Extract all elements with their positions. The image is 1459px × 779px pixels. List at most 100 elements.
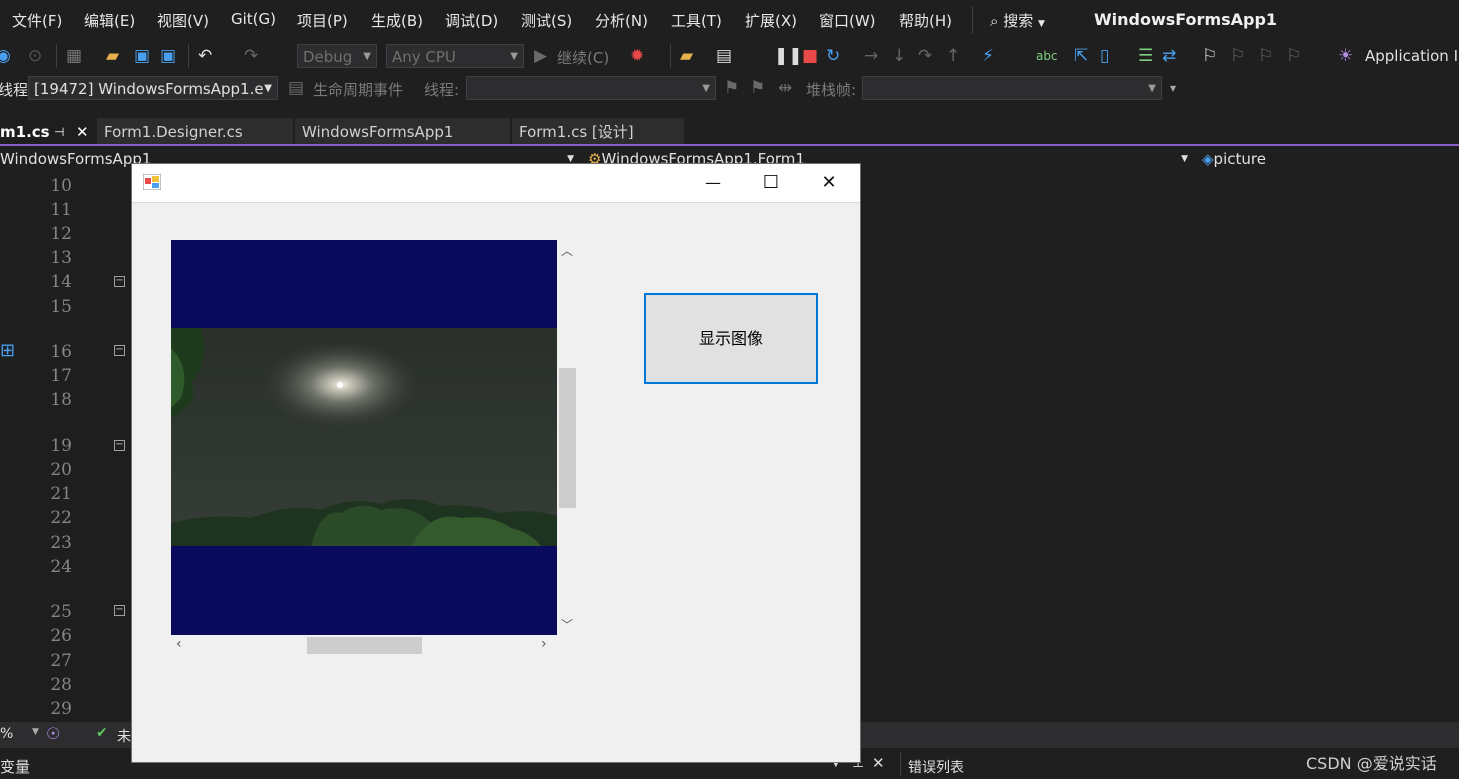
- scroll-left-icon[interactable]: ‹: [176, 636, 182, 652]
- search-box[interactable]: ⌕ 搜索 ▼: [990, 10, 1045, 31]
- minimize-icon[interactable]: —: [684, 164, 742, 202]
- open-file-icon[interactable]: ▰: [106, 46, 119, 66]
- collapse-icon[interactable]: −: [114, 276, 125, 287]
- vertical-scroll-thumb[interactable]: [559, 368, 576, 508]
- continue-button[interactable]: 继续(C): [557, 47, 609, 68]
- hide-frames-icon[interactable]: ⇹: [778, 78, 792, 98]
- platform-dropdown[interactable]: Any CPU ▼: [386, 44, 524, 68]
- clear-bookmark-icon[interactable]: ⚐: [1286, 46, 1301, 66]
- stop-icon[interactable]: ■: [802, 46, 818, 66]
- horizontal-scrollbar[interactable]: ‹ ›: [171, 635, 557, 655]
- app-insights-button[interactable]: Application In: [1365, 47, 1459, 65]
- field-icon: ◈: [1202, 150, 1214, 168]
- restart-icon[interactable]: ↻: [826, 46, 840, 66]
- configuration-dropdown[interactable]: Debug ▼: [297, 44, 377, 68]
- tab-form1-designer-cs[interactable]: Form1.Designer.cs: [97, 118, 293, 146]
- menu-extensions[interactable]: 扩展(X): [745, 10, 797, 31]
- issues-status[interactable]: 未: [117, 726, 131, 746]
- menu-help[interactable]: 帮助(H): [899, 10, 952, 31]
- menu-analyze[interactable]: 分析(N): [595, 10, 648, 31]
- line-number: 15: [50, 297, 72, 317]
- bookmark-icon[interactable]: ⚐: [1202, 46, 1217, 66]
- pin-icon[interactable]: ⊣: [54, 118, 64, 146]
- menu-tools[interactable]: 工具(T): [671, 10, 722, 31]
- lightbulb-icon[interactable]: ☀: [1338, 46, 1353, 66]
- close-icon[interactable]: ✕: [872, 754, 885, 772]
- thread-dropdown[interactable]: ▼: [466, 76, 716, 100]
- menu-view[interactable]: 视图(V): [157, 10, 209, 31]
- forward-icon[interactable]: ⊙: [28, 46, 42, 66]
- intellicode-icon[interactable]: ☉: [46, 724, 60, 743]
- diagnostics-icon[interactable]: ⚡: [982, 46, 994, 66]
- vertical-scrollbar[interactable]: ︿ ﹀: [557, 240, 577, 635]
- toolbar-separator: [56, 44, 57, 68]
- codelens-icon[interactable]: ⊞: [0, 340, 15, 361]
- form-title-bar[interactable]: — ☐ ✕: [132, 164, 860, 203]
- pause-icon[interactable]: ❚❚: [774, 46, 803, 66]
- new-item-icon[interactable]: ▦: [66, 46, 82, 66]
- member-dropdown[interactable]: ◈picture: [1202, 148, 1459, 170]
- form-app-icon: [143, 174, 161, 190]
- menu-file[interactable]: 文件(F): [12, 10, 62, 31]
- scroll-down-icon[interactable]: ﹀: [561, 616, 573, 633]
- menu-build[interactable]: 生成(B): [371, 10, 423, 31]
- lifecycle-icon[interactable]: ▤: [288, 78, 304, 98]
- menu-project[interactable]: 项目(P): [297, 10, 348, 31]
- folder-icon[interactable]: ▰: [680, 46, 693, 66]
- line-number: 20: [50, 460, 72, 480]
- flag-icon[interactable]: ⚑: [724, 78, 739, 98]
- chevron-down-icon: ▼: [32, 727, 39, 737]
- document-tabs: m1.cs ⊣ ✕ Form1.Designer.cs WindowsForms…: [0, 104, 1459, 146]
- picture-box-panel[interactable]: [171, 240, 557, 635]
- tab-form1-design[interactable]: Form1.cs [设计]: [512, 118, 684, 146]
- collapse-icon[interactable]: −: [114, 440, 125, 451]
- tab-windowsformsapp1[interactable]: WindowsFormsApp1: [295, 118, 510, 146]
- redo-icon[interactable]: ↷: [244, 46, 258, 66]
- step-into-icon[interactable]: ↓: [892, 46, 906, 66]
- tab-form1-cs[interactable]: m1.cs ⊣ ✕: [0, 118, 96, 146]
- stackframe-dropdown[interactable]: ▼: [862, 76, 1162, 100]
- menu-debug[interactable]: 调试(D): [445, 10, 498, 31]
- comment-icon[interactable]: ☰: [1138, 46, 1153, 66]
- back-icon[interactable]: ◉: [0, 46, 11, 66]
- process-dropdown[interactable]: [19472] WindowsFormsApp1.e ▼: [28, 76, 278, 100]
- close-icon[interactable]: ✕: [76, 118, 89, 146]
- menu-edit[interactable]: 编辑(E): [84, 10, 135, 31]
- play-icon[interactable]: ▶: [534, 46, 547, 66]
- horizontal-scroll-thumb[interactable]: [307, 637, 422, 654]
- document-icon[interactable]: ▯: [1100, 46, 1109, 66]
- step-out-icon[interactable]: ↑: [946, 46, 960, 66]
- standard-toolbar: ◉ ⊙ ▦ ▰ ▣ ▣ ↶ ↷ Debug ▼ Any CPU ▼ ▶ 继续(C) …: [0, 40, 1459, 72]
- maximize-icon[interactable]: ☐: [742, 164, 800, 202]
- zoom-dropdown[interactable]: %: [0, 726, 13, 742]
- error-list-tab[interactable]: 错误列表: [908, 757, 964, 777]
- uncomment-icon[interactable]: ⇄: [1162, 46, 1176, 66]
- collapse-icon[interactable]: −: [114, 345, 125, 356]
- chevron-down-icon: ▼: [264, 83, 272, 94]
- search-icon: ⌕: [990, 12, 999, 30]
- undo-icon[interactable]: ↶: [198, 46, 212, 66]
- scroll-up-icon[interactable]: ︿: [561, 242, 573, 259]
- variables-panel-tab[interactable]: 变量: [0, 756, 30, 777]
- tab-label: WindowsFormsApp1: [302, 123, 454, 141]
- save-all-icon[interactable]: ▣: [160, 46, 176, 66]
- layout-icon[interactable]: ▤: [716, 46, 732, 66]
- step-over-icon[interactable]: ↷: [918, 46, 932, 66]
- toolbar-options-icon[interactable]: ▾: [1170, 78, 1176, 98]
- scroll-right-icon[interactable]: ›: [541, 636, 547, 652]
- menu-test[interactable]: 测试(S): [521, 10, 572, 31]
- collapse-icon[interactable]: −: [114, 605, 125, 616]
- flag-threads-icon[interactable]: ⚑: [750, 78, 765, 98]
- menu-window[interactable]: 窗口(W): [819, 10, 876, 31]
- menu-git[interactable]: Git(G): [231, 10, 276, 28]
- save-icon[interactable]: ▣: [134, 46, 150, 66]
- show-next-statement-icon[interactable]: →: [864, 46, 878, 66]
- spell-check-icon[interactable]: abc: [1036, 46, 1058, 66]
- show-image-button[interactable]: 显示图像: [644, 293, 818, 384]
- lifecycle-events-button[interactable]: 生命周期事件: [313, 79, 403, 100]
- hot-reload-icon[interactable]: ✹: [630, 46, 644, 66]
- prev-bookmark-icon[interactable]: ⚐: [1230, 46, 1245, 66]
- pointer-icon[interactable]: ⇱: [1074, 46, 1088, 66]
- next-bookmark-icon[interactable]: ⚐: [1258, 46, 1273, 66]
- close-icon[interactable]: ✕: [800, 164, 858, 202]
